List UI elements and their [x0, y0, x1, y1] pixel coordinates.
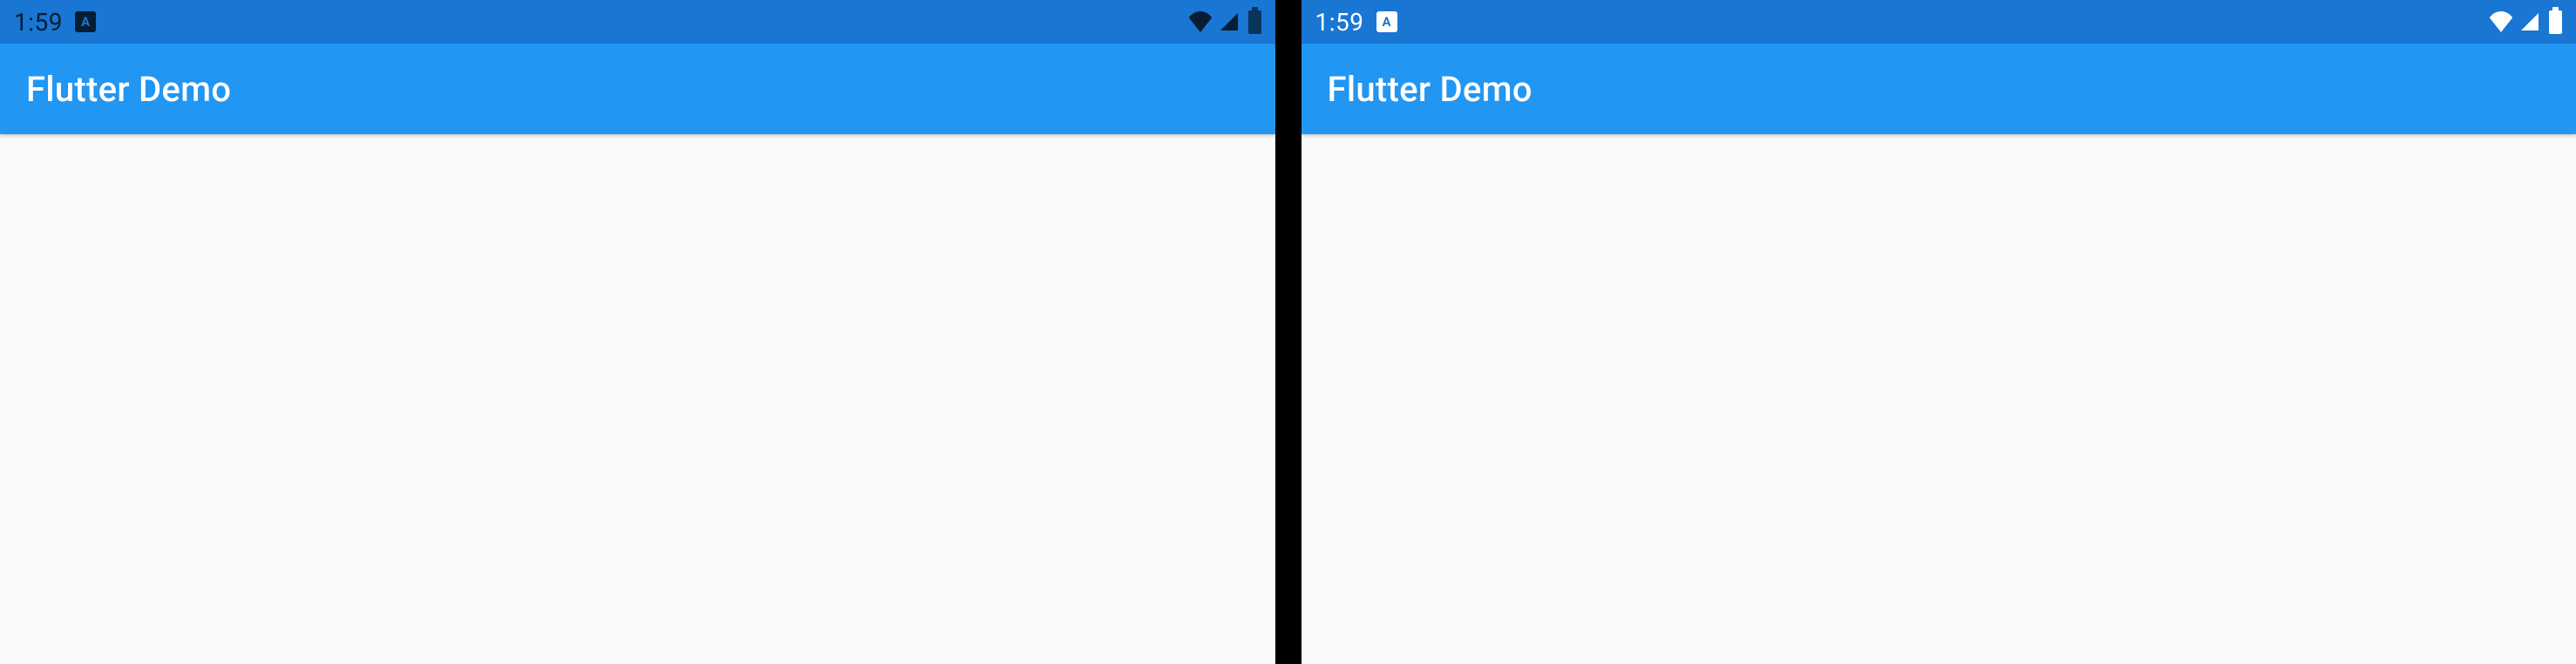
cellular-signal-icon: [1217, 11, 1241, 32]
wifi-icon: [2488, 11, 2514, 32]
battery-icon: [2549, 10, 2562, 34]
status-bar: 1:59 A: [0, 0, 1275, 44]
app-body: [1302, 134, 2576, 664]
status-bar-right: [1187, 10, 1261, 34]
app-bar-title: Flutter Demo: [1328, 69, 1533, 110]
status-time: 1:59: [1315, 8, 1364, 37]
status-time: 1:59: [14, 8, 63, 37]
status-bar-left: 1:59 A: [14, 8, 96, 37]
phone-screen-right: 1:59 A Flutter Demo: [1302, 0, 2576, 664]
cellular-signal-icon: [2518, 11, 2542, 32]
app-bar-title: Flutter Demo: [26, 69, 231, 110]
app-bar: Flutter Demo: [1302, 44, 2576, 134]
status-bar-left: 1:59 A: [1315, 8, 1397, 37]
notification-badge-icon: A: [1376, 11, 1397, 32]
app-bar: Flutter Demo: [0, 44, 1275, 134]
status-bar: 1:59 A: [1302, 0, 2576, 44]
app-body: [0, 134, 1275, 664]
battery-icon: [1248, 10, 1261, 34]
phone-screen-left: 1:59 A Flutter Demo: [0, 0, 1275, 664]
notification-badge-icon: A: [75, 11, 96, 32]
wifi-icon: [1187, 11, 1213, 32]
status-bar-right: [2488, 10, 2562, 34]
